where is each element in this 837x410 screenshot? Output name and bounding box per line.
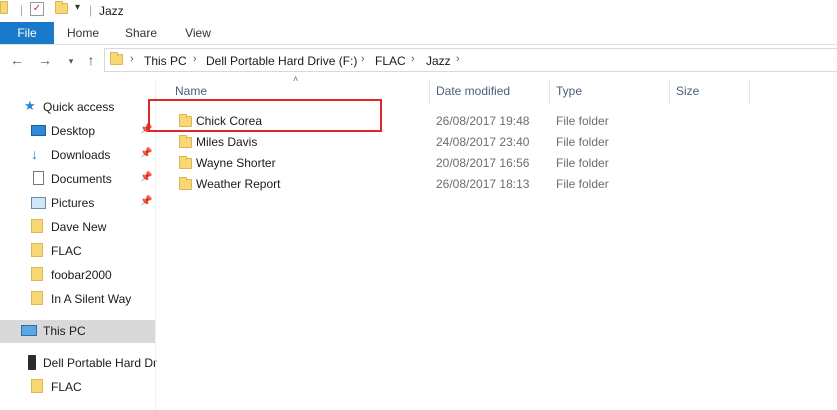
- folder-icon: [31, 267, 43, 281]
- chevron-right-icon[interactable]: ›: [193, 53, 197, 65]
- tab-home[interactable]: Home: [60, 22, 106, 44]
- sidebar-item-label: Dell Portable Hard Dr: [43, 356, 158, 370]
- computer-icon: [21, 325, 37, 336]
- window-title: Jazz: [99, 4, 124, 18]
- title-bar: | ✓ ▾ | Jazz: [0, 0, 837, 22]
- file-type: File folder: [556, 114, 609, 128]
- sidebar-item-this-pc[interactable]: This PC: [0, 320, 155, 343]
- download-icon: ↓: [31, 146, 38, 162]
- file-type: File folder: [556, 177, 609, 191]
- star-icon: ★: [24, 98, 36, 113]
- up-arrow-icon[interactable]: ↑: [82, 52, 100, 68]
- folder-icon: [110, 52, 123, 68]
- column-header-type[interactable]: Type: [556, 84, 582, 104]
- sidebar-item-label: Desktop: [51, 124, 96, 138]
- sidebar-item-drive-flac[interactable]: FLAC: [0, 376, 155, 398]
- sidebar-item-label: FLAC: [51, 380, 82, 394]
- folder-icon: [31, 379, 43, 393]
- tab-view[interactable]: View: [176, 22, 220, 44]
- sidebar-item-foobar2000[interactable]: foobar2000: [0, 264, 155, 286]
- forward-arrow-icon[interactable]: →: [36, 52, 54, 68]
- pin-icon[interactable]: 📌: [140, 196, 152, 207]
- sidebar-item-label: foobar2000: [51, 268, 112, 282]
- date-modified: 20/08/2017 16:56: [436, 156, 530, 170]
- folder-icon: [31, 219, 43, 233]
- folder-icon: [179, 135, 192, 151]
- pin-icon[interactable]: 📌: [140, 172, 152, 183]
- breadcrumb-drive[interactable]: Dell Portable Hard Drive (F:): [206, 54, 357, 68]
- list-item[interactable]: Miles Davis 24/08/2017 23:40 File folder: [170, 131, 750, 152]
- folder-icon: [0, 1, 8, 17]
- chevron-right-icon[interactable]: ›: [361, 53, 365, 65]
- toolbar-divider: |: [89, 3, 93, 17]
- ribbon-tabs: File Home Share View: [0, 22, 837, 45]
- sidebar-item-label: Pictures: [51, 196, 95, 210]
- sidebar-item-label: This PC: [43, 324, 86, 338]
- sidebar-item-downloads[interactable]: ↓ Downloads 📌: [0, 144, 155, 166]
- sidebar-item-label: Downloads: [51, 148, 111, 162]
- column-divider[interactable]: [429, 80, 430, 104]
- column-divider[interactable]: [549, 80, 550, 104]
- properties-icon[interactable]: ✓: [30, 2, 44, 16]
- customize-toolbar-icon[interactable]: ▾: [75, 2, 80, 13]
- sidebar-item-dave-new[interactable]: Dave New: [0, 216, 155, 238]
- sidebar-item-label: Dave New: [51, 220, 107, 234]
- folder-icon: [31, 291, 43, 305]
- sidebar-item-quick-access[interactable]: ★ Quick access: [0, 96, 155, 118]
- recent-locations-icon[interactable]: ▾: [62, 56, 80, 67]
- list-item[interactable]: Wayne Shorter 20/08/2017 16:56 File fold…: [170, 152, 750, 173]
- desktop-icon: [31, 125, 46, 136]
- back-arrow-icon[interactable]: ←: [8, 52, 26, 68]
- sort-ascending-icon: ˄: [293, 74, 299, 84]
- breadcrumb-flac[interactable]: FLAC: [375, 54, 406, 68]
- chevron-right-icon[interactable]: ›: [411, 53, 415, 65]
- breadcrumb-jazz[interactable]: Jazz: [426, 54, 451, 68]
- address-bar[interactable]: › This PC › Dell Portable Hard Drive (F:…: [104, 48, 837, 72]
- column-divider[interactable]: [749, 80, 750, 104]
- column-header-date[interactable]: Date modified: [436, 84, 510, 104]
- highlight-annotation: [148, 99, 382, 132]
- sidebar-item-documents[interactable]: Documents 📌: [0, 168, 155, 190]
- column-divider[interactable]: [669, 80, 670, 104]
- sidebar-item-label: In A Silent Way: [51, 292, 132, 306]
- sidebar-item-label: Documents: [51, 172, 112, 186]
- sidebar-item-in-a-silent-way[interactable]: In A Silent Way: [0, 288, 155, 310]
- file-name: Wayne Shorter: [196, 156, 276, 170]
- new-folder-icon[interactable]: [55, 1, 68, 17]
- sidebar-item-label: FLAC: [51, 244, 82, 258]
- file-type: File folder: [556, 135, 609, 149]
- sidebar-item-flac[interactable]: FLAC: [0, 240, 155, 262]
- column-header-size[interactable]: Size: [676, 84, 699, 104]
- toolbar-divider: |: [20, 3, 24, 17]
- file-type: File folder: [556, 156, 609, 170]
- folder-icon: [179, 156, 192, 172]
- chevron-right-icon[interactable]: ›: [456, 53, 460, 65]
- pictures-icon: [31, 197, 46, 209]
- sidebar-item-desktop[interactable]: Desktop 📌: [0, 120, 155, 142]
- documents-icon: [33, 171, 44, 185]
- sidebar-item-label: Quick access: [43, 100, 115, 114]
- folder-icon: [179, 177, 192, 193]
- file-name: Miles Davis: [196, 135, 258, 149]
- date-modified: 24/08/2017 23:40: [436, 135, 530, 149]
- tab-file[interactable]: File: [0, 22, 54, 44]
- date-modified: 26/08/2017 18:13: [436, 177, 530, 191]
- sidebar-item-drive[interactable]: Dell Portable Hard Dr: [0, 352, 158, 374]
- pin-icon[interactable]: 📌: [140, 148, 152, 159]
- list-item[interactable]: Weather Report 26/08/2017 18:13 File fol…: [170, 173, 750, 194]
- tab-share[interactable]: Share: [118, 22, 164, 44]
- date-modified: 26/08/2017 19:48: [436, 114, 530, 128]
- navigation-pane: ★ Quick access Desktop 📌 ↓ Downloads 📌 D…: [0, 80, 158, 410]
- folder-icon: [31, 243, 43, 257]
- hard-drive-icon: [28, 355, 36, 370]
- sidebar-item-pictures[interactable]: Pictures 📌: [0, 192, 155, 214]
- breadcrumb-this-pc[interactable]: This PC: [144, 54, 187, 68]
- file-name: Weather Report: [196, 177, 281, 191]
- chevron-right-icon[interactable]: ›: [130, 53, 134, 65]
